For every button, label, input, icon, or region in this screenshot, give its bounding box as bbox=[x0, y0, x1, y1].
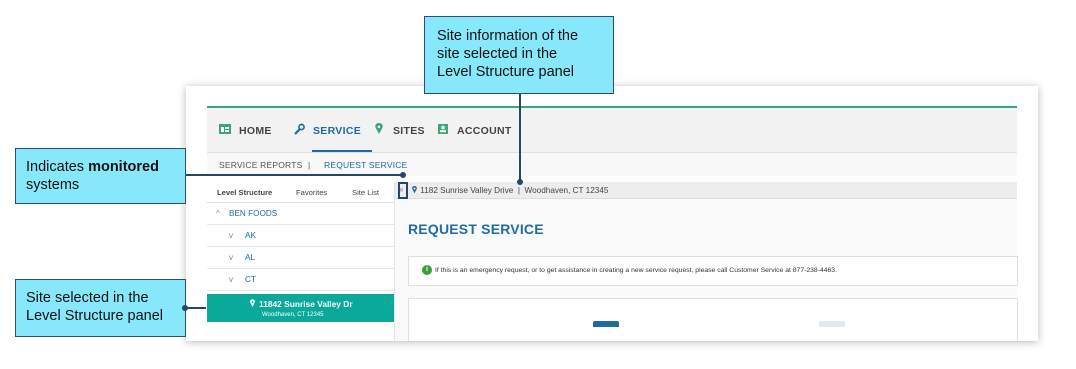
tab-favorites[interactable]: Favorites bbox=[296, 188, 327, 197]
callout-site-info-leader bbox=[519, 94, 521, 182]
site-address-separator: | bbox=[517, 186, 520, 195]
callout-monitored-bold: monitored bbox=[88, 159, 159, 175]
selected-site-name: 11842 Sunrise Valley Dr bbox=[259, 299, 353, 309]
tree-item-ak[interactable]: v AK bbox=[207, 224, 394, 247]
tree-item-ben-foods[interactable]: ^ BEN FOODS bbox=[207, 202, 394, 225]
tab-level-structure[interactable]: Level Structure bbox=[217, 188, 272, 197]
form-tab-inactive[interactable] bbox=[819, 321, 845, 327]
tree-item-label: AK bbox=[245, 231, 256, 240]
nav-home-label: HOME bbox=[239, 125, 272, 137]
sidebar-tabs: Level Structure Favorites Site List bbox=[207, 182, 394, 203]
callout-site-info-line2: site selected in the bbox=[437, 46, 558, 62]
callout-monitored: Indicates monitored systems bbox=[15, 148, 186, 204]
nav-service[interactable]: SERVICE bbox=[293, 123, 361, 139]
main-content: « 1182 Sunrise Valley Drive | Woodhaven,… bbox=[395, 182, 1018, 341]
wrench-icon bbox=[294, 123, 305, 135]
callout-monitored-leader bbox=[186, 174, 402, 176]
nav-account-label: ACCOUNT bbox=[457, 125, 512, 137]
subnav-separator: | bbox=[308, 160, 311, 170]
request-form-panel bbox=[408, 298, 1018, 341]
nav-account[interactable]: ACCOUNT bbox=[437, 123, 512, 139]
callout-site-selected-line2: Level Structure panel bbox=[26, 308, 164, 324]
tree-item-label: AL bbox=[245, 253, 256, 262]
emergency-alert: i If this is an emergency request, or to… bbox=[408, 256, 1018, 286]
subnav-service-reports[interactable]: SERVICE REPORTS bbox=[219, 160, 302, 170]
site-address: 1182 Sunrise Valley Drive bbox=[420, 186, 514, 195]
selected-site-city: Woodhaven, CT 12345 bbox=[262, 312, 324, 318]
callout-site-info-line1: Site information of the bbox=[437, 28, 579, 44]
callout-monitored-prefix: Indicates bbox=[26, 159, 85, 175]
location-pin-icon bbox=[375, 123, 383, 134]
callout-site-selected-line1: Site selected in the bbox=[26, 290, 149, 306]
callout-site-info-line3: Level Structure panel bbox=[437, 64, 575, 80]
site-info-bar: « 1182 Sunrise Valley Drive | Woodhaven,… bbox=[395, 182, 1017, 199]
tab-site-list[interactable]: Site List bbox=[352, 188, 379, 197]
form-tab-active[interactable] bbox=[593, 321, 619, 327]
callout-monitored-line2: systems bbox=[26, 177, 80, 193]
callout-site-selected-leader bbox=[186, 307, 206, 309]
callout-site-selected-dot bbox=[182, 305, 188, 311]
main-nav: HOME SERVICE SITES ACCOUNT bbox=[207, 108, 1017, 153]
callout-site-info-dot bbox=[517, 179, 523, 185]
expand-chevron-icon[interactable]: v bbox=[229, 253, 233, 262]
site-city: Woodhaven, CT 12345 bbox=[524, 186, 609, 195]
selected-site-item[interactable]: 11842 Sunrise Valley Dr Woodhaven, CT 12… bbox=[207, 294, 394, 322]
alert-text: If this is an emergency request, or to g… bbox=[435, 267, 837, 274]
nav-service-label: SERVICE bbox=[313, 125, 362, 137]
collapse-chevron-icon[interactable]: ^ bbox=[216, 209, 220, 218]
level-structure-panel: Level Structure Favorites Site List ^ BE… bbox=[207, 182, 394, 341]
callout-monitored-dot bbox=[400, 172, 406, 178]
location-pin-icon bbox=[412, 186, 417, 194]
callout-monitored-line1: Indicates monitored bbox=[26, 158, 185, 176]
nav-sites-label: SITES bbox=[393, 125, 425, 137]
tree-item-al[interactable]: v AL bbox=[207, 246, 394, 269]
callout-site-selected: Site selected in the Level Structure pan… bbox=[15, 279, 186, 337]
sub-nav: SERVICE REPORTS | REQUEST SERVICE bbox=[207, 152, 1017, 176]
expand-chevron-icon[interactable]: v bbox=[229, 275, 233, 284]
home-grid-icon bbox=[219, 124, 231, 134]
callout-site-info: Site information of the site selected in… bbox=[424, 16, 614, 94]
monitored-marker-box bbox=[398, 182, 408, 199]
site-address-line: 1182 Sunrise Valley Drive | Woodhaven, C… bbox=[411, 186, 608, 195]
nav-home[interactable]: HOME bbox=[219, 123, 272, 139]
subnav-request-service[interactable]: REQUEST SERVICE bbox=[324, 160, 407, 170]
account-card-icon bbox=[438, 124, 448, 134]
tree-item-label: BEN FOODS bbox=[229, 209, 278, 218]
location-pin-icon bbox=[250, 299, 255, 307]
tree-item-label: CT bbox=[245, 275, 256, 284]
info-icon: i bbox=[422, 265, 432, 275]
expand-chevron-icon[interactable]: v bbox=[229, 231, 233, 240]
page-title: REQUEST SERVICE bbox=[408, 221, 544, 237]
tree-item-ct[interactable]: v CT bbox=[207, 268, 394, 291]
nav-sites[interactable]: SITES bbox=[373, 123, 425, 139]
app-screenshot: HOME SERVICE SITES ACCOUNT SERVICE REPOR… bbox=[186, 86, 1038, 341]
